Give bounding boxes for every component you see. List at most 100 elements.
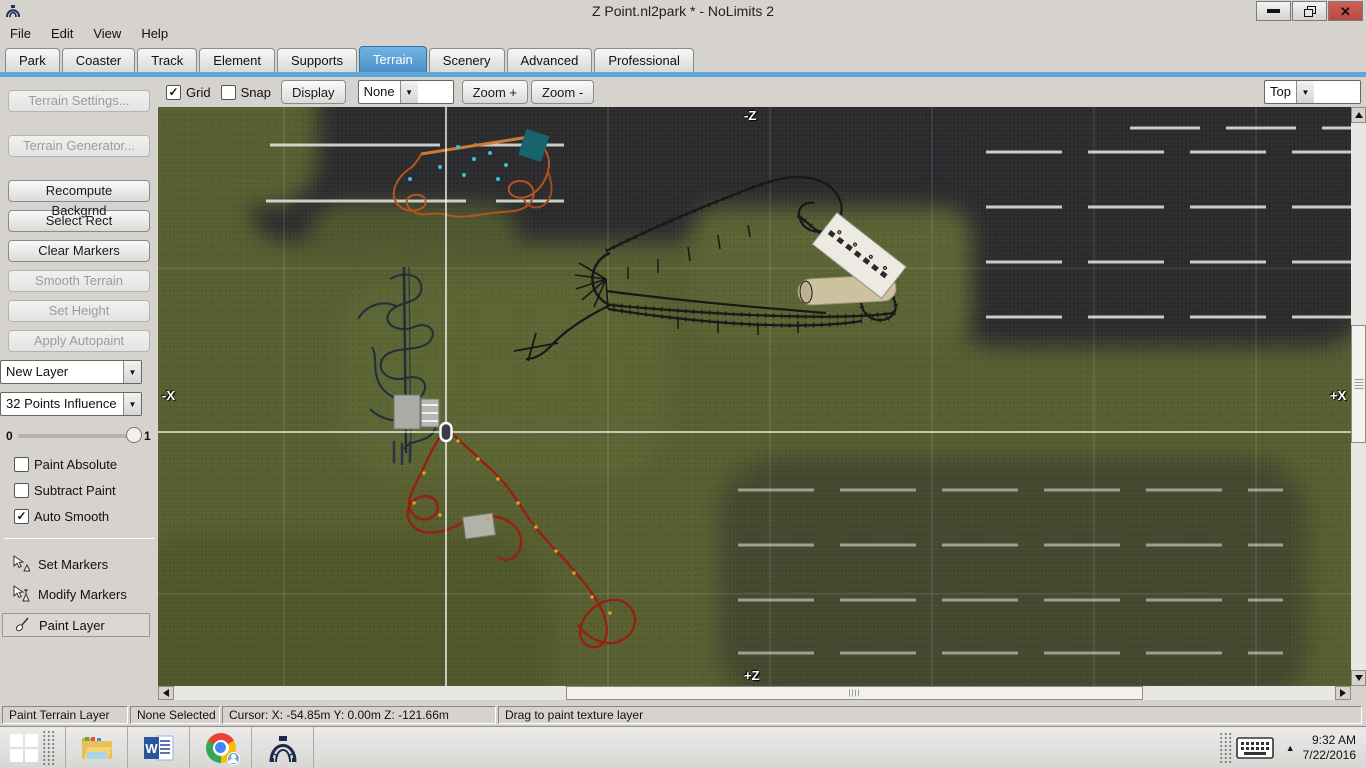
set-height-button[interactable]: Set Height [8,300,150,322]
menu-help[interactable]: Help [131,24,178,43]
texture-dropdown[interactable]: None ▼ [358,80,454,104]
terrain-viewport-canvas[interactable]: -Z +Z -X +X [158,107,1351,686]
smooth-terrain-button[interactable]: Smooth Terrain [8,270,150,292]
modify-markers-tool[interactable]: Modify Markers [2,583,150,605]
terrain-generator-button[interactable]: Terrain Generator... [8,135,150,157]
nolimits2-window: Z Point.nl2park * - NoLimits 2 ✕ File Ed… [0,0,1366,768]
menu-edit[interactable]: Edit [41,24,83,43]
minimize-button[interactable] [1256,1,1291,21]
slider-track[interactable] [18,434,140,438]
dropdown-arrow-icon: ▼ [123,361,141,383]
layer-dropdown[interactable]: New Layer ▼ [0,360,142,384]
select-rect-button[interactable]: Select Rect [8,210,150,232]
status-mode: Paint Terrain Layer [2,706,128,724]
nolimits2-taskbar-button[interactable] [252,727,314,768]
red-coaster [408,427,635,647]
show-hidden-icons-button[interactable]: ▲ [1286,743,1295,753]
tab-element[interactable]: Element [199,48,275,72]
file-explorer-taskbar-button[interactable] [66,727,128,768]
horizontal-scrollbar[interactable] [158,686,1351,700]
tab-advanced[interactable]: Advanced [507,48,593,72]
tab-terrain[interactable]: Terrain [359,46,427,72]
dropdown-arrow-icon: ▼ [123,393,141,415]
slider-handle[interactable] [126,427,142,443]
view-direction-value: Top [1265,81,1296,103]
scroll-up-button[interactable] [1351,107,1366,123]
scroll-down-button[interactable] [1351,670,1366,686]
paint-absolute-checkbox[interactable] [14,457,29,472]
status-cursor-coords: Cursor: X: -54.85m Y: 0.00m Z: -121.66m [222,706,496,724]
window-title: Z Point.nl2park * - NoLimits 2 [0,3,1366,19]
titlebar: Z Point.nl2park * - NoLimits 2 ✕ [0,0,1366,22]
scrollbar-corner [1351,686,1366,700]
grid-checkbox-label: Grid [186,85,211,100]
display-button[interactable]: Display [281,80,346,104]
word-taskbar-button[interactable]: W [128,727,190,768]
auto-smooth-label: Auto Smooth [34,509,109,524]
snap-checkbox-label: Snap [241,85,271,100]
chrome-taskbar-button[interactable] [190,727,252,768]
influence-dropdown[interactable]: 32 Points Influence ▼ [0,392,142,416]
dropdown-arrow-icon: ▼ [400,81,418,103]
apply-autopaint-button[interactable]: Apply Autopaint [8,330,150,352]
menu-file[interactable]: File [0,24,41,43]
view-direction-dropdown[interactable]: Top ▼ [1264,80,1361,104]
touch-keyboard-button[interactable] [1232,731,1278,765]
terrain-settings-button[interactable]: Terrain Settings... [8,90,150,112]
paint-cursor [441,423,452,441]
tab-track[interactable]: Track [137,48,197,72]
support-dots [412,439,612,615]
scroll-right-icon [1340,689,1346,697]
restore-button[interactable] [1292,1,1327,21]
axis-label-pos-x: +X [1330,388,1346,403]
tab-coaster[interactable]: Coaster [62,48,136,72]
tabbar: Park Coaster Track Element Supports Terr… [0,44,1366,72]
clock-date: 7/22/2016 [1303,748,1356,763]
zoom-out-button[interactable]: Zoom - [531,80,594,104]
auto-smooth-checkbox[interactable]: ✓ [14,509,29,524]
clear-markers-button[interactable]: Clear Markers [8,240,150,262]
vertical-scrollbar[interactable] [1351,107,1366,686]
horizontal-scroll-thumb[interactable] [566,686,1143,700]
subtract-paint-checkbox[interactable] [14,483,29,498]
start-button[interactable] [0,727,66,768]
scroll-right-button[interactable] [1335,686,1351,700]
recompute-backgrnd-button[interactable]: Recompute Backgrnd [8,180,150,202]
menu-view[interactable]: View [83,24,131,43]
tray-grip [1219,732,1232,764]
system-tray: ▲ 9:32 AM 7/22/2016 [1215,727,1366,768]
texture-dropdown-value: None [359,81,400,103]
tab-supports[interactable]: Supports [277,48,357,72]
tab-scenery[interactable]: Scenery [429,48,505,72]
parking-lot-lines-faded [738,490,1283,653]
terrain-sidebar: Terrain Settings... Terrain Generator...… [0,77,158,704]
terrain-overlay-graphics [158,107,1351,686]
scroll-down-icon [1355,675,1363,681]
tab-professional[interactable]: Professional [594,48,694,72]
paint-strength-slider: 0 1 [6,426,152,446]
slider-min-label: 0 [6,429,14,443]
paint-layer-tool[interactable]: Paint Layer [2,613,150,637]
scroll-left-button[interactable] [158,686,174,700]
close-button[interactable]: ✕ [1328,1,1363,21]
zoom-in-button[interactable]: Zoom + [462,80,528,104]
gray-platform [394,395,420,429]
tab-park[interactable]: Park [5,48,60,72]
subtract-paint-label: Subtract Paint [34,483,116,498]
snap-checkbox[interactable] [221,85,236,100]
scroll-left-icon [163,689,169,697]
menubar: File Edit View Help [0,22,1366,44]
set-markers-tool[interactable]: Set Markers [2,553,150,575]
svg-text:W: W [145,741,158,756]
taskbar-clock[interactable]: 9:32 AM 7/22/2016 [1303,733,1356,763]
vertical-scroll-thumb[interactable] [1351,325,1366,443]
grid-checkbox[interactable]: ✓ [166,85,181,100]
status-selection: None Selected [130,706,220,724]
status-hint: Drag to paint texture layer [498,706,1362,724]
close-icon: ✕ [1340,5,1351,18]
paint-layer-icon [13,616,31,634]
orange-coaster [394,129,552,217]
thumb-grip [849,690,861,697]
paint-absolute-label: Paint Absolute [34,457,117,472]
restore-icon [1304,6,1316,17]
